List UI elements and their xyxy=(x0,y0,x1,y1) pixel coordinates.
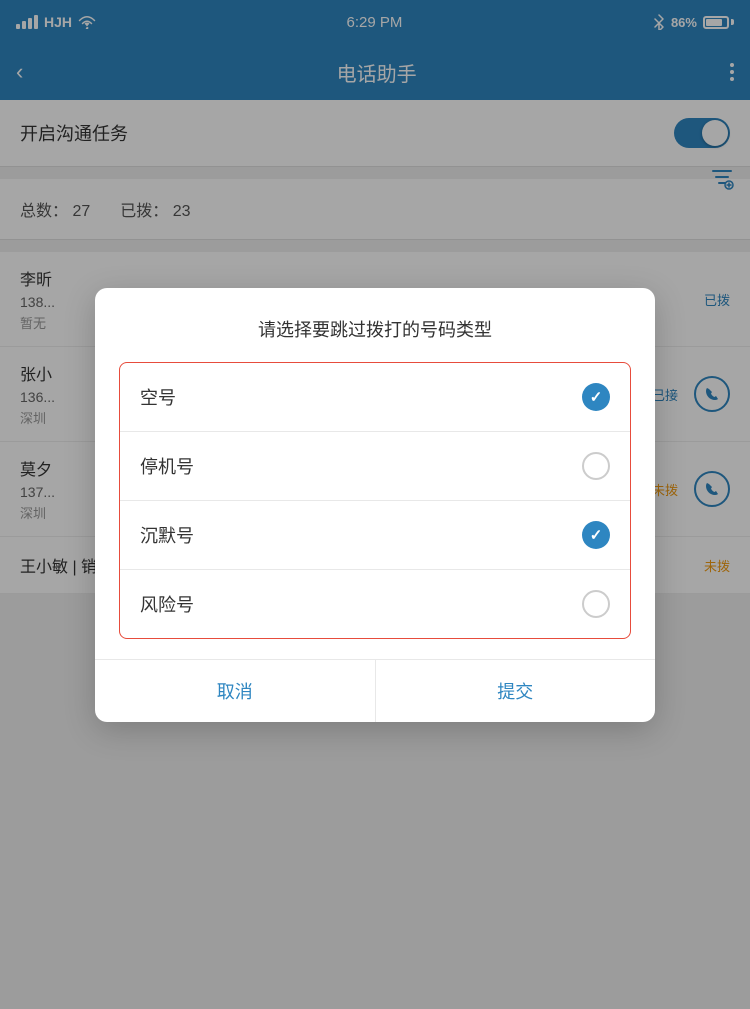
modal-option-2[interactable]: 停机号 xyxy=(120,432,630,501)
modal-option-1[interactable]: 空号 xyxy=(120,363,630,432)
modal-option-label-1: 空号 xyxy=(140,384,176,410)
modal-actions: 取消 提交 xyxy=(95,659,655,722)
modal-option-4[interactable]: 风险号 xyxy=(120,570,630,638)
modal-option-label-2: 停机号 xyxy=(140,453,194,479)
modal-option-3[interactable]: 沉默号 xyxy=(120,501,630,570)
modal-confirm-button[interactable]: 提交 xyxy=(376,660,656,722)
modal-option-label-3: 沉默号 xyxy=(140,522,194,548)
radio-unchecked-2 xyxy=(582,452,610,480)
radio-checked-1 xyxy=(582,383,610,411)
modal-dialog: 请选择要跳过拨打的号码类型 空号 停机号 沉默号 风险号 xyxy=(95,288,655,722)
modal-cancel-button[interactable]: 取消 xyxy=(95,660,376,722)
modal-option-label-4: 风险号 xyxy=(140,591,194,617)
modal-options: 空号 停机号 沉默号 风险号 xyxy=(119,362,631,639)
radio-checked-3 xyxy=(582,521,610,549)
modal-overlay: 请选择要跳过拨打的号码类型 空号 停机号 沉默号 风险号 xyxy=(0,0,750,1009)
modal-title: 请选择要跳过拨打的号码类型 xyxy=(95,316,655,342)
radio-unchecked-4 xyxy=(582,590,610,618)
